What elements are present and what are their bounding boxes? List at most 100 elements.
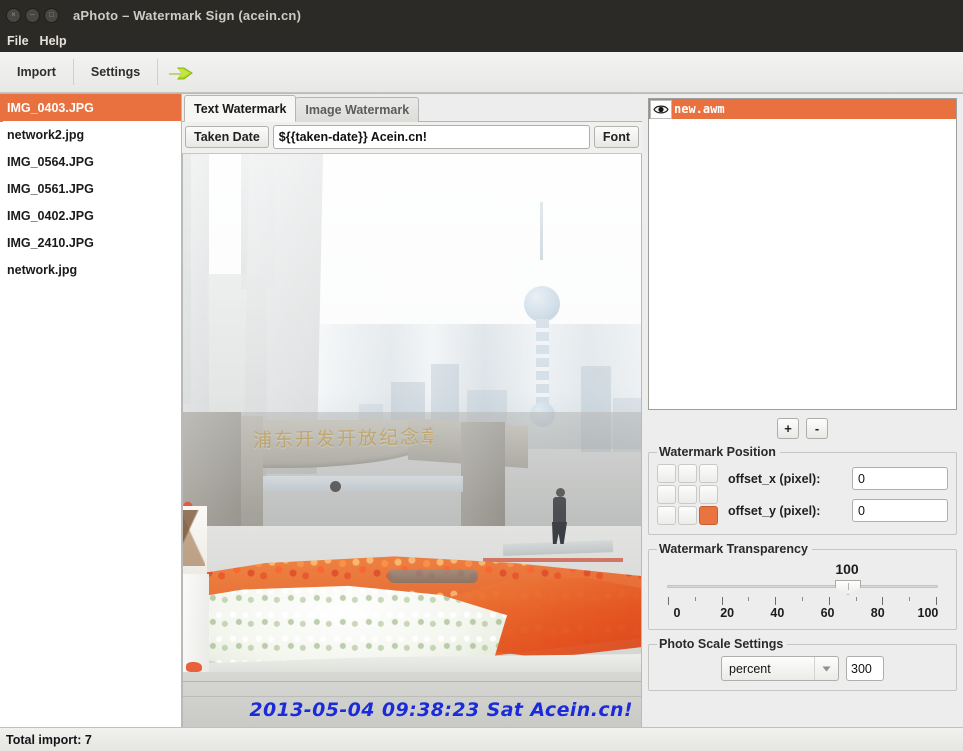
- position-cell-top-left[interactable]: [657, 464, 676, 483]
- tab-strip: Text Watermark Image Watermark: [182, 94, 642, 122]
- photo-watermark-text: 2013-05-04 09:38:23 Sat Acein.cn!: [249, 699, 633, 721]
- chevron-down-icon[interactable]: [814, 657, 838, 680]
- plaza-red-border: [483, 558, 623, 562]
- tab-text-watermark[interactable]: Text Watermark: [184, 95, 297, 122]
- window-controls: × – □: [6, 7, 59, 23]
- tick-label: 60: [820, 606, 835, 620]
- position-cell-bottom-left[interactable]: [657, 506, 676, 525]
- scale-value-input[interactable]: 300: [846, 656, 884, 681]
- tab-image-watermark[interactable]: Image Watermark: [295, 97, 420, 122]
- offset-fields: offset_x (pixel): 0 offset_y (pixel): 0: [728, 467, 948, 522]
- monument-pillar: [461, 422, 505, 534]
- watermark-transparency-group: Watermark Transparency 100 0 20 40 60 80…: [648, 542, 957, 630]
- position-cell-middle-right[interactable]: [699, 485, 718, 504]
- chevron-down-svg: [822, 666, 831, 671]
- tick-major: [668, 597, 669, 605]
- offset-y-row: offset_y (pixel): 0: [728, 499, 948, 522]
- tick-major: [775, 597, 777, 605]
- position-cell-bottom-right[interactable]: [699, 506, 718, 525]
- position-row: offset_x (pixel): 0 offset_y (pixel): 0: [657, 464, 948, 525]
- toolbar-button-import[interactable]: Import: [0, 52, 73, 92]
- watermark-file-list[interactable]: new.awm: [648, 98, 957, 410]
- scale-mode-value: percent: [729, 661, 771, 676]
- position-cell-bottom-center[interactable]: [678, 506, 697, 525]
- position-cell-middle-center[interactable]: [678, 485, 697, 504]
- maximize-glyph: □: [49, 10, 54, 19]
- menu-item-help[interactable]: Help: [40, 34, 67, 48]
- watermark-position-group: Watermark Position offset_x (pixel): 0 o…: [648, 445, 957, 535]
- tick-label: 0: [673, 606, 681, 620]
- pearl-tower-sphere: [524, 286, 560, 322]
- file-name: IMG_2410.JPG: [7, 235, 94, 250]
- remove-watermark-button[interactable]: -: [806, 418, 828, 439]
- offset-x-label: offset_x (pixel):: [728, 471, 821, 486]
- taken-date-button[interactable]: Taken Date: [185, 125, 269, 149]
- offset-y-label: offset_y (pixel):: [728, 503, 821, 518]
- eye-svg: [653, 105, 669, 113]
- tick-minor: [694, 597, 696, 601]
- scale-mode-select[interactable]: percent: [721, 656, 839, 681]
- add-watermark-button[interactable]: +: [777, 418, 799, 439]
- list-item[interactable]: IMG_0564.JPG: [0, 148, 181, 175]
- list-item[interactable]: IMG_0561.JPG: [0, 175, 181, 202]
- list-item[interactable]: IMG_2410.JPG: [0, 229, 181, 256]
- file-name: IMG_0561.JPG: [7, 181, 94, 196]
- photo-preview[interactable]: 浦东开发开放纪念章 2013-05-04 09:38:23 Sat Acein.…: [182, 154, 642, 727]
- position-cell-top-center[interactable]: [678, 464, 697, 483]
- list-item[interactable]: IMG_0403.JPG: [0, 94, 181, 121]
- list-item[interactable]: network2.jpg: [0, 121, 181, 148]
- transparency-slider[interactable]: [667, 579, 938, 595]
- tick-minor: [801, 597, 803, 601]
- offset-x-input[interactable]: 0: [852, 467, 948, 490]
- tick-label: 80: [870, 606, 885, 620]
- tick-minor: [748, 597, 750, 601]
- tick-major: [882, 597, 884, 605]
- slider-tick-labels: 0 20 40 60 80 100: [661, 606, 944, 620]
- monument-plaque-dot: [330, 481, 341, 492]
- main-body: IMG_0403.JPG network2.jpg IMG_0564.JPG I…: [0, 93, 963, 727]
- monument-opening: [263, 476, 463, 492]
- maximize-icon[interactable]: □: [44, 7, 59, 23]
- list-item[interactable]: network.jpg: [0, 256, 181, 283]
- position-grid[interactable]: [657, 464, 718, 525]
- close-glyph: ×: [11, 10, 16, 19]
- photo-scale-group: Photo Scale Settings percent 300: [648, 637, 957, 691]
- minimize-icon[interactable]: –: [25, 7, 40, 23]
- transparency-value: 100: [835, 561, 859, 577]
- photo-scale-legend: Photo Scale Settings: [659, 637, 784, 651]
- slider-track-line: [667, 585, 938, 588]
- tick-label: 40: [770, 606, 785, 620]
- position-cell-middle-left[interactable]: [657, 485, 676, 504]
- list-item[interactable]: IMG_0402.JPG: [0, 202, 181, 229]
- file-name: IMG_0403.JPG: [7, 100, 94, 115]
- watermark-list-actions: + -: [648, 410, 957, 445]
- eye-icon[interactable]: [650, 99, 672, 119]
- font-button[interactable]: Font: [593, 125, 639, 149]
- pearl-tower-spire: [540, 202, 543, 260]
- watermark-position-legend: Watermark Position: [659, 445, 776, 459]
- menu-item-file[interactable]: File: [7, 34, 29, 48]
- selection-edge-marker: [0, 95, 3, 122]
- toolbar: Import Settings: [0, 52, 963, 93]
- status-text: Total import: 7: [6, 732, 92, 747]
- offset-y-input[interactable]: 0: [852, 499, 948, 522]
- minimize-glyph: –: [30, 10, 35, 19]
- settings-panel: new.awm + - Watermark Position offset_x …: [642, 93, 963, 727]
- flowerbed-bench: [388, 569, 478, 583]
- watermark-template-input[interactable]: ${{taken-date}} Acein.cn!: [272, 125, 590, 149]
- list-item[interactable]: new.awm: [649, 99, 956, 119]
- file-name: IMG_0402.JPG: [7, 208, 94, 223]
- green-arrow-icon[interactable]: [158, 52, 204, 92]
- toolbar-button-settings[interactable]: Settings: [74, 52, 157, 92]
- position-cell-top-right[interactable]: [699, 464, 718, 483]
- foreground-person-pants: [183, 574, 209, 672]
- menubar: File Help: [0, 30, 963, 52]
- slider-thumb[interactable]: [835, 580, 861, 595]
- foreground-person-strap: [183, 510, 205, 566]
- tick-major: [828, 597, 830, 605]
- green-arrow-svg: [169, 67, 194, 80]
- monument-inscription: 浦东开发开放纪念章: [252, 425, 434, 452]
- close-icon[interactable]: ×: [6, 7, 21, 23]
- file-list[interactable]: IMG_0403.JPG network2.jpg IMG_0564.JPG I…: [0, 93, 182, 727]
- pedestrian-torso: [553, 497, 566, 524]
